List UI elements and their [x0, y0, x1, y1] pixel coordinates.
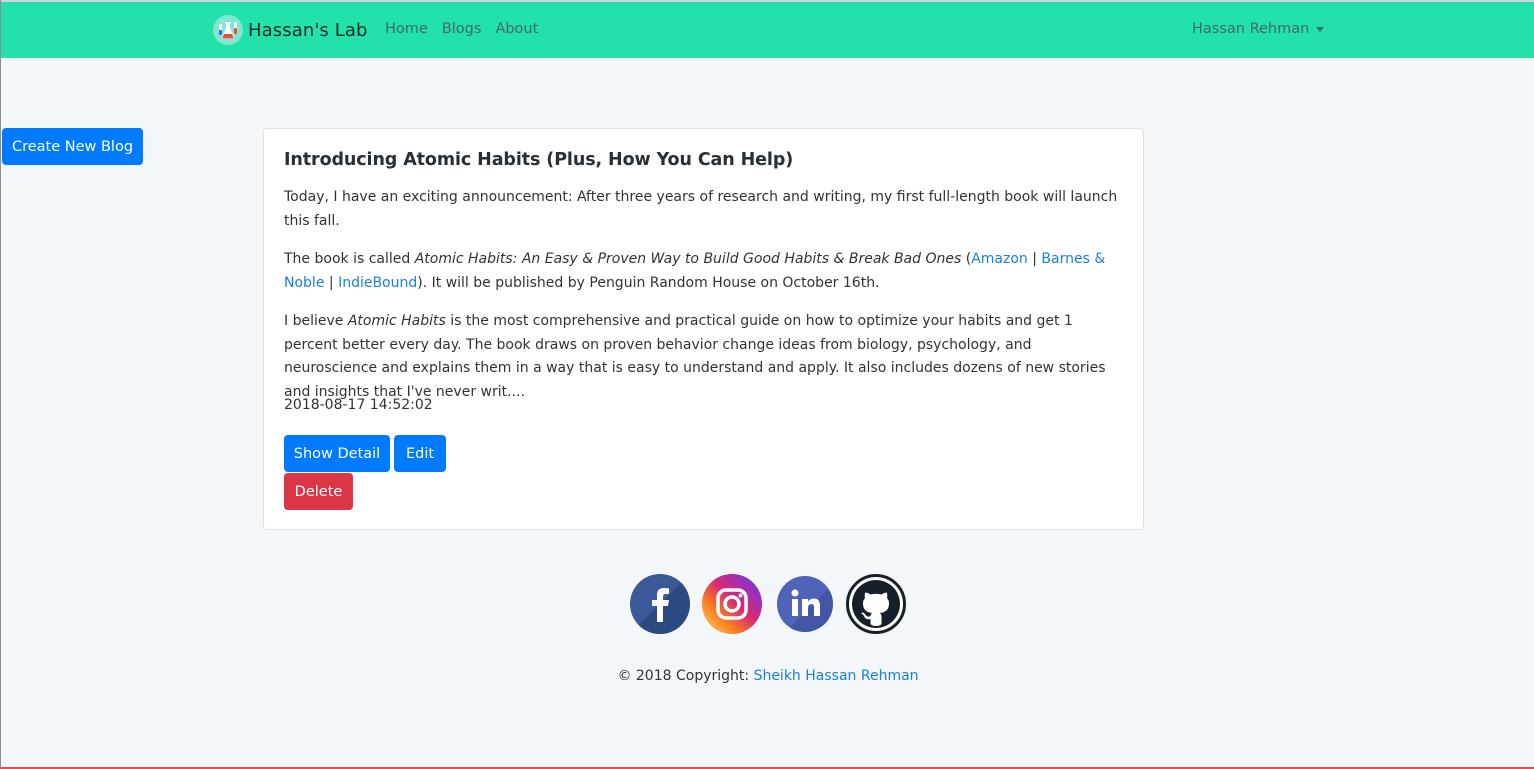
facebook-icon — [630, 574, 690, 634]
github-icon — [846, 574, 906, 634]
post-paragraph-3: I believe Atomic Habits is the most comp… — [284, 310, 1126, 404]
instagram-link[interactable] — [702, 574, 762, 634]
user-name: Hassan Rehman — [1192, 21, 1310, 37]
para2-prefix: The book is called — [284, 251, 415, 267]
caret-down-icon — [1316, 27, 1325, 32]
amazon-link[interactable]: Amazon — [971, 251, 1028, 267]
linkedin-link[interactable] — [775, 574, 835, 634]
para3-prefix: I believe — [284, 313, 348, 329]
create-new-blog-button[interactable]: Create New Blog — [2, 128, 143, 165]
show-detail-button[interactable]: Show Detail — [284, 435, 390, 472]
user-dropdown[interactable]: Hassan Rehman — [1192, 21, 1325, 37]
delete-button[interactable]: Delete — [284, 473, 353, 510]
linkedin-icon — [777, 576, 833, 632]
post-title: Introducing Atomic Habits (Plus, How You… — [284, 150, 794, 170]
lab-flask-icon — [213, 15, 243, 45]
nav-home[interactable]: Home — [385, 21, 428, 37]
link-separator: | — [324, 274, 339, 291]
nav-blogs[interactable]: Blogs — [442, 21, 482, 37]
nav-links: Home Blogs About — [385, 21, 538, 37]
github-link[interactable] — [846, 574, 906, 634]
nav-about[interactable]: About — [495, 21, 538, 37]
book-name-emphasis: Atomic Habits — [347, 313, 446, 329]
blog-post-card: Introducing Atomic Habits (Plus, How You… — [263, 128, 1144, 530]
indiebound-link[interactable]: IndieBound — [338, 275, 417, 291]
post-paragraph-2: The book is called Atomic Habits: An Eas… — [284, 248, 1126, 295]
post-paragraph-1: Today, I have an exciting announcement: … — [284, 189, 1118, 229]
edit-button[interactable]: Edit — [394, 435, 446, 472]
brand-name: Hassan's Lab — [248, 19, 368, 41]
post-date: 2018-08-17 14:52:02 — [284, 397, 433, 413]
facebook-link[interactable] — [630, 574, 690, 634]
navbar: Hassan's Lab Home Blogs About Hassan Reh… — [1, 0, 1534, 58]
footer-copyright: © 2018 Copyright: Sheikh Hassan Rehman — [1, 668, 1534, 684]
link-separator: | — [1027, 251, 1042, 267]
instagram-icon — [702, 574, 762, 634]
para2-open: ( — [961, 251, 972, 267]
para2-suffix: ). It will be published by Penguin Rando… — [417, 274, 880, 291]
brand-link[interactable]: Hassan's Lab — [213, 14, 368, 46]
copyright-text: © 2018 Copyright: — [617, 668, 754, 684]
book-title: Atomic Habits: An Easy & Proven Way to B… — [414, 251, 962, 267]
author-link[interactable]: Sheikh Hassan Rehman — [754, 668, 919, 684]
